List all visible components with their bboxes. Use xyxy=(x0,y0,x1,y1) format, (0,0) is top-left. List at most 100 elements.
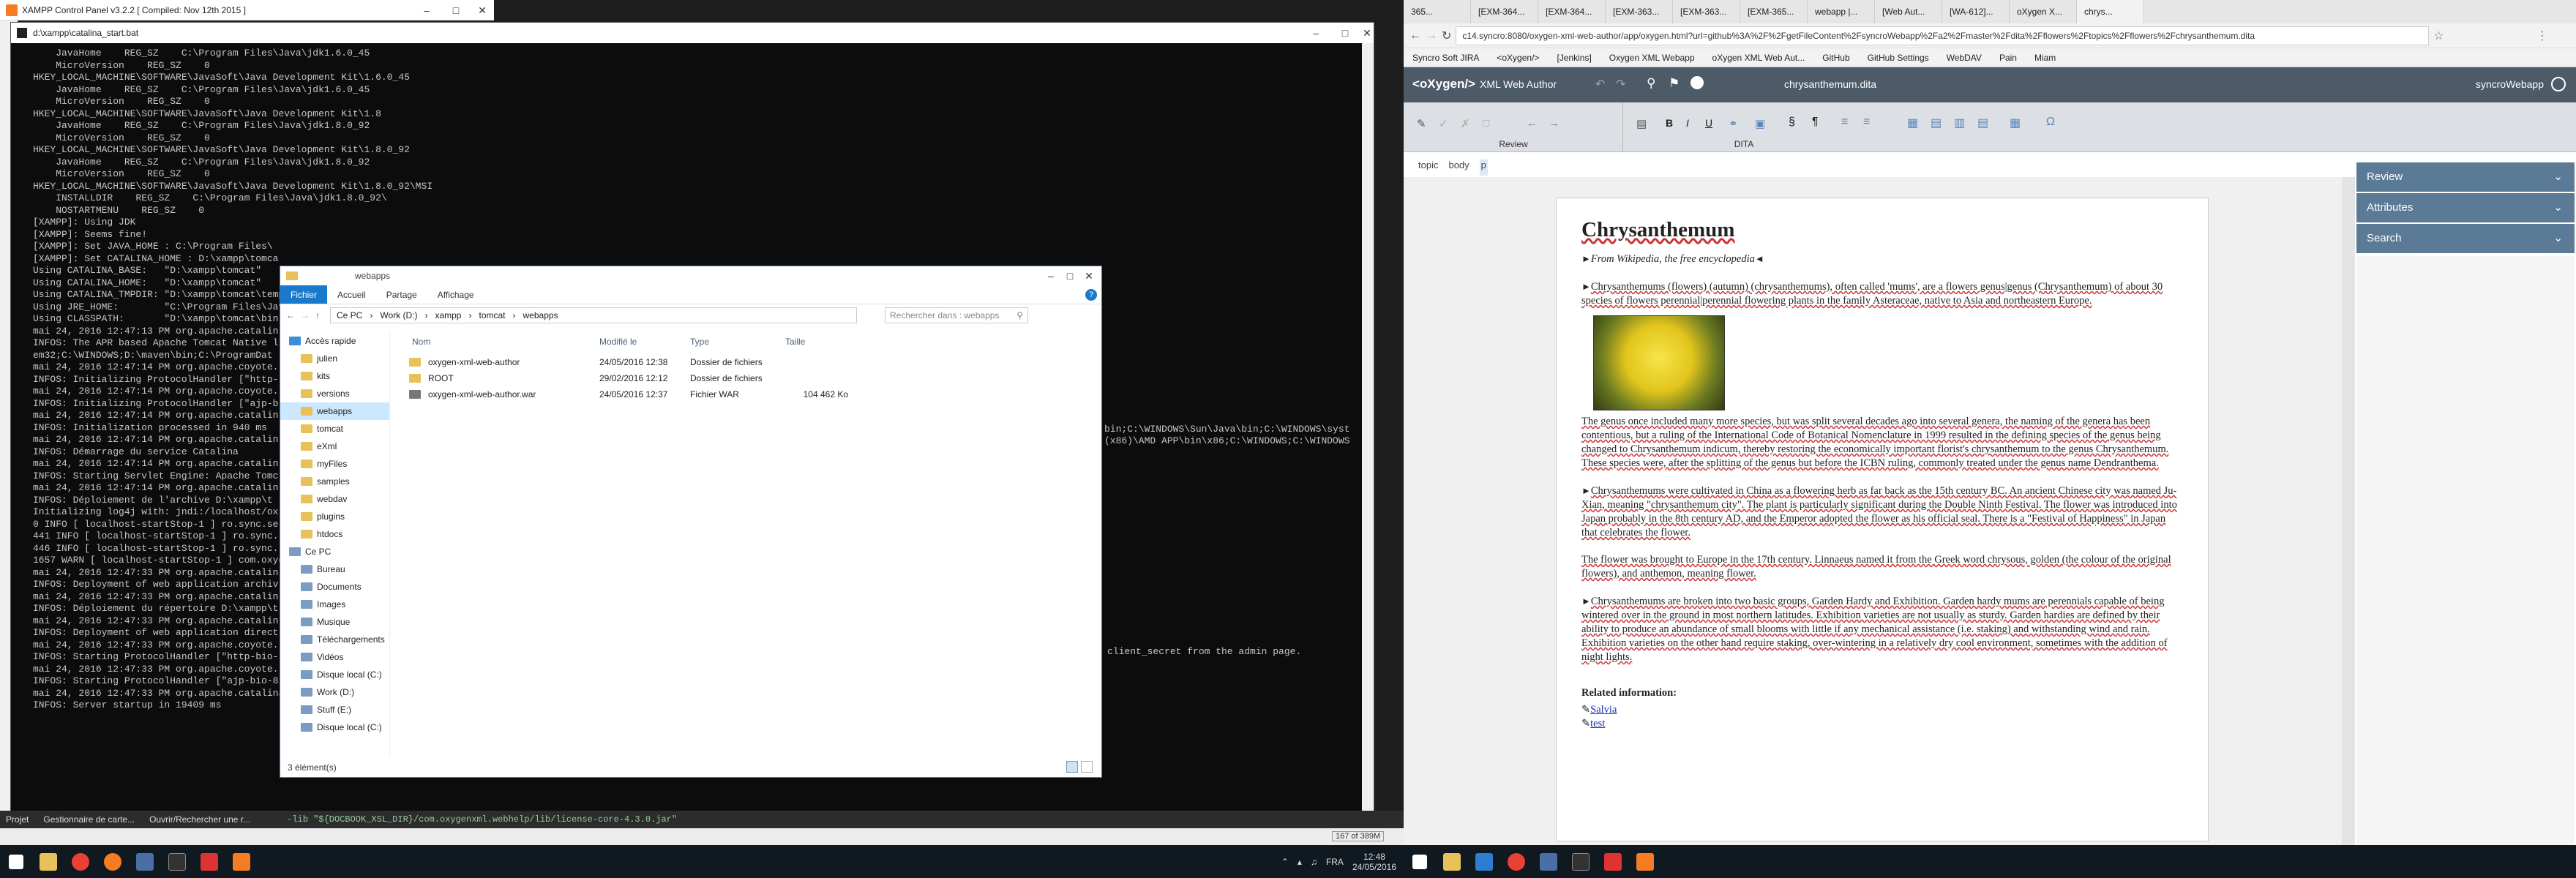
browser-tab[interactable]: [EXM-363... xyxy=(1606,0,1673,23)
bookmark-item[interactable]: Pain xyxy=(1991,48,2026,67)
nav-item[interactable]: Accès rapide xyxy=(280,332,389,350)
browser-tab[interactable]: [WA-612]... xyxy=(1942,0,2010,23)
close-button[interactable]: ✕ xyxy=(465,0,499,20)
nav-item[interactable]: Images xyxy=(280,596,389,613)
windows-start-icon[interactable] xyxy=(1404,846,1436,878)
xampp-taskbar-icon[interactable] xyxy=(225,846,258,878)
folder-taskbar-icon[interactable] xyxy=(32,846,64,878)
image-icon[interactable]: ▣ xyxy=(1755,117,1765,130)
tiles-view-icon[interactable] xyxy=(1081,761,1093,773)
prev-change-icon[interactable]: ← xyxy=(1527,117,1538,130)
star-icon[interactable]: ☆ xyxy=(2433,29,2444,43)
cmd-scrollbar[interactable] xyxy=(1362,43,1374,811)
cmd-close-button[interactable]: ✕ xyxy=(1350,23,1384,43)
file-row[interactable]: oxygen-xml-web-author 24/05/2016 12:38 Dos… xyxy=(409,354,907,370)
firefox-taskbar-icon[interactable] xyxy=(97,846,129,878)
nav-item[interactable]: myFiles xyxy=(280,455,389,473)
back-icon[interactable]: ← xyxy=(1409,29,1421,42)
folder-taskbar-icon[interactable] xyxy=(1436,846,1468,878)
col-size[interactable]: Taille xyxy=(782,337,848,353)
ribbon-tab-share[interactable]: Partage xyxy=(376,285,427,304)
file-row[interactable]: ROOT 29/02/2016 12:12 Dossier de fichiers xyxy=(409,370,907,386)
nav-item[interactable]: htdocs xyxy=(280,525,389,543)
doc-paragraph-5[interactable]: ►Chrysanthemums are broken into two basi… xyxy=(1581,594,2183,664)
up-icon[interactable]: ↑ xyxy=(315,310,320,320)
bookmark-item[interactable]: Syncro Soft JIRA xyxy=(1404,48,1488,67)
bookmark-item[interactable]: <oXygen/> xyxy=(1488,48,1548,67)
nav-item[interactable]: Vidéos xyxy=(280,648,389,666)
link-icon[interactable]: ⚭ xyxy=(1729,117,1738,130)
browser-tab[interactable]: [EXM-365... xyxy=(1740,0,1808,23)
menu-icon[interactable]: ⋮ xyxy=(2536,29,2548,43)
next-change-icon[interactable]: → xyxy=(1549,117,1560,130)
reject-change-icon[interactable]: ✗ xyxy=(1461,117,1470,130)
xampp-titlebar[interactable]: XAMPP Control Panel v3.2.2 [ Compiled: N… xyxy=(0,0,494,20)
forward-icon[interactable]: → xyxy=(301,310,310,320)
insert-column-icon[interactable]: ▥ xyxy=(1954,116,1965,130)
flower-image[interactable] xyxy=(1593,315,1725,410)
bookmark-item[interactable]: GitHub xyxy=(1813,48,1858,67)
chrome-taskbar-icon[interactable] xyxy=(64,846,97,878)
ouvrir-tab[interactable]: Ouvrir/Rechercher une r... xyxy=(149,814,250,825)
redo-icon[interactable]: ↷ xyxy=(1616,77,1625,91)
gestionnaire-tab[interactable]: Gestionnaire de carte... xyxy=(43,814,135,825)
store-taskbar-icon[interactable] xyxy=(1468,846,1500,878)
nav-item[interactable]: Documents xyxy=(280,578,389,596)
browser-tab[interactable]: oXygen X... xyxy=(2010,0,2077,23)
doc-shortdesc[interactable]: ►From Wikipedia, the free encyclopedia◄ xyxy=(1581,252,2183,266)
col-type[interactable]: Type xyxy=(687,337,782,353)
bookmark-item[interactable]: GitHub Settings xyxy=(1859,48,1938,67)
address-bar[interactable]: Ce PC › Work (D:) › xampp › tomcat › webapps xyxy=(330,307,857,323)
cmd-taskbar-icon[interactable] xyxy=(1565,846,1597,878)
attributes-panel[interactable]: Attributes ⌄ xyxy=(2356,193,2575,222)
breadcrumb-xampp[interactable]: xampp xyxy=(435,310,461,320)
bookmark-item[interactable]: Oxygen XML Webapp xyxy=(1600,48,1704,67)
url-bar[interactable]: c14.syncro:8080/oxygen-xml-web-author/ap… xyxy=(1456,26,2430,45)
bookmark-item[interactable]: oXygen XML Web Aut... xyxy=(1704,48,1814,67)
search-panel[interactable]: Search ⌄ xyxy=(2356,224,2575,253)
chevron-up-icon[interactable]: ⌃ xyxy=(1281,857,1289,867)
projet-tab[interactable]: Projet xyxy=(6,814,29,825)
file-row[interactable]: oxygen-xml-web-author.war 24/05/2016 12:3… xyxy=(409,386,907,402)
doc-paragraph-1[interactable]: ►Chrysanthemums (flowers) (autumn) (chry… xyxy=(1581,279,2183,308)
breadcrumb-p[interactable]: p xyxy=(1479,160,1488,176)
ordered-list-icon[interactable]: ≡ xyxy=(1841,116,1848,129)
ribbon-tab-view[interactable]: Affichage xyxy=(427,285,484,304)
user-name[interactable]: syncroWebapp xyxy=(2476,78,2544,90)
explorer-titlebar[interactable]: webapps – □ ✕ xyxy=(280,266,1101,285)
col-date[interactable]: Modifié le xyxy=(596,337,687,353)
doc-paragraph-3[interactable]: ►Chrysanthemums were cultivated in China… xyxy=(1581,484,2183,540)
bookmark-item[interactable]: WebDAV xyxy=(1938,48,1991,67)
nav-item[interactable]: samples xyxy=(280,473,389,490)
nav-item[interactable]: eXml xyxy=(280,438,389,455)
nav-item[interactable]: Work (D:) xyxy=(280,683,389,701)
nav-item[interactable]: kits xyxy=(280,367,389,385)
undo-icon[interactable]: ↶ xyxy=(1595,77,1605,91)
breadcrumb-webapps[interactable]: webapps xyxy=(523,310,558,320)
bookmark-item[interactable]: [Jenkins] xyxy=(1548,48,1600,67)
help-icon[interactable]: ? xyxy=(1085,289,1097,301)
nav-item[interactable]: webdav xyxy=(280,490,389,508)
editor-scrollbar[interactable] xyxy=(2342,177,2355,845)
forward-icon[interactable]: → xyxy=(1426,29,1437,42)
view-toggle[interactable] xyxy=(1066,761,1096,773)
details-view-icon[interactable] xyxy=(1066,761,1078,773)
section-icon[interactable]: § xyxy=(1789,116,1795,129)
bookmark-item[interactable]: Miam xyxy=(2026,48,2064,67)
underline-button[interactable]: U xyxy=(1705,117,1712,129)
cmd-taskbar-icon[interactable] xyxy=(161,846,193,878)
nav-item[interactable]: plugins xyxy=(280,508,389,525)
accept-change-icon[interactable]: ✓ xyxy=(1439,117,1448,130)
bold-button[interactable]: B xyxy=(1666,117,1673,129)
xampp-taskbar-icon[interactable] xyxy=(1629,846,1661,878)
document-page[interactable]: Chrysanthemum ►From Wikipedia, the free … xyxy=(1556,198,2209,841)
table-props-icon[interactable]: ▦ xyxy=(2010,116,2021,130)
unordered-list-icon[interactable]: ≡ xyxy=(1863,116,1870,129)
tag-icon[interactable]: ⚑ xyxy=(1669,76,1680,91)
track-changes-icon[interactable]: ✎ xyxy=(1417,117,1426,130)
nav-item[interactable]: Stuff (E:) xyxy=(280,701,389,718)
doc-title[interactable]: Chrysanthemum xyxy=(1581,220,2183,241)
cmd-titlebar[interactable]: d:\xampp\catalina_start.bat – □ ✕ xyxy=(11,23,1374,43)
oxygen-taskbar-icon[interactable] xyxy=(1597,846,1629,878)
language-indicator[interactable]: FRA xyxy=(1326,857,1344,867)
